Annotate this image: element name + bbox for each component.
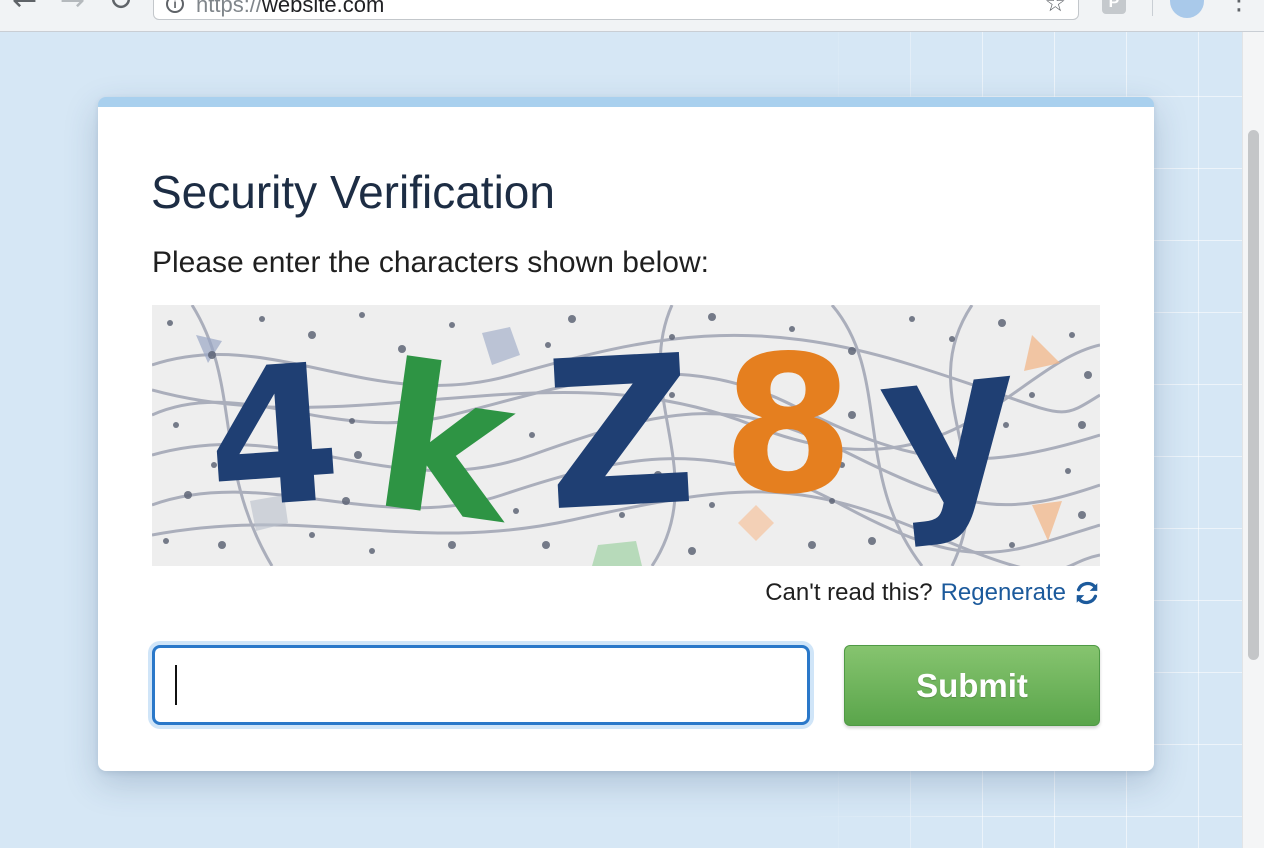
back-arrow-icon[interactable]: ← — [12, 0, 37, 16]
star-icon[interactable]: ☆ — [1044, 0, 1066, 17]
cant-read-prompt: Can't read this? — [765, 579, 933, 606]
captcha-svg: 4 k Z 8 y — [152, 305, 1100, 566]
refresh-icon[interactable] — [1074, 580, 1100, 606]
scrollbar-thumb[interactable] — [1248, 130, 1259, 660]
url-text[interactable]: https://website.com — [196, 0, 384, 18]
captcha-char-5: y — [869, 305, 1031, 554]
verification-card: Security Verification Please enter the c… — [98, 97, 1154, 771]
captcha-char-1: 4 — [200, 323, 347, 553]
extension-icon[interactable]: P — [1102, 0, 1126, 14]
text-caret — [175, 665, 177, 705]
captcha-glyphs: 4 k Z 8 y — [200, 305, 1031, 566]
captcha-char-4: 8 — [722, 315, 854, 536]
kebab-menu-icon[interactable]: ⋮ — [1226, 0, 1252, 16]
captcha-input[interactable] — [152, 645, 810, 725]
forward-arrow-icon[interactable]: → — [60, 0, 85, 16]
address-bar[interactable]: i https://website.com ☆ — [153, 0, 1079, 20]
profile-avatar[interactable] — [1170, 0, 1204, 18]
url-host: website.com — [262, 0, 385, 17]
captcha-char-3: Z — [540, 312, 701, 557]
regenerate-link[interactable]: Regenerate — [941, 579, 1066, 607]
info-icon[interactable]: i — [166, 0, 184, 13]
browser-toolbar: ← → ↻ i https://website.com ☆ P ⋮ — [0, 0, 1264, 32]
page-title: Security Verification — [151, 166, 555, 218]
regenerate-row: Can't read this? Regenerate — [765, 579, 1100, 607]
url-scheme: https:// — [196, 0, 263, 17]
toolbar-divider — [1152, 0, 1153, 16]
captcha-image: 4 k Z 8 y — [152, 305, 1100, 566]
instruction-text: Please enter the characters shown below: — [152, 246, 709, 279]
submit-button[interactable]: Submit — [844, 645, 1100, 726]
reload-icon[interactable]: ↻ — [108, 0, 133, 16]
